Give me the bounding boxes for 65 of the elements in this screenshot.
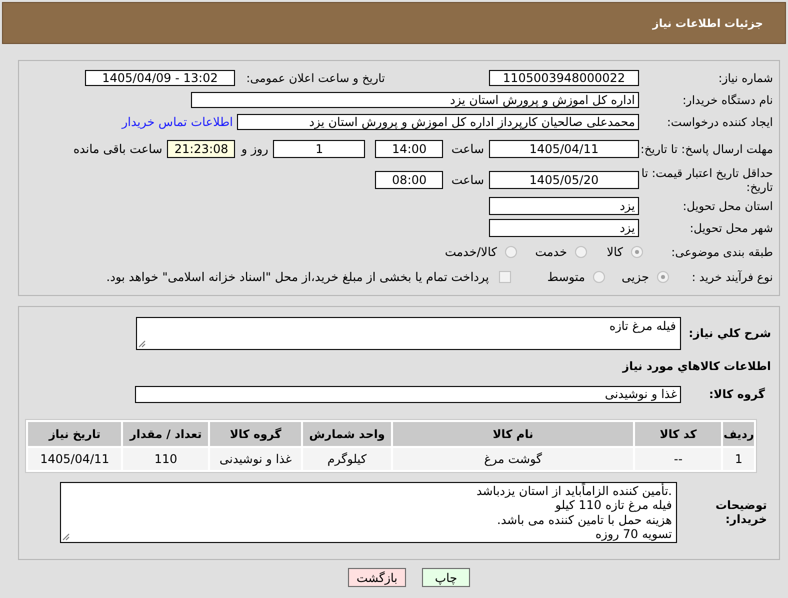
radio-button[interactable] [631, 246, 643, 258]
section-heading: اطلاعات كالاهاي مورد نياز [621, 359, 771, 373]
time-label: ساعت [451, 142, 484, 156]
checkbox[interactable] [499, 271, 511, 283]
goods-group-field: غذا و نوشیدنی [135, 386, 681, 402]
days-field: 1 [273, 140, 366, 158]
field-label: مهلت ارسال پاسخ: تا تاریخ: [639, 142, 773, 156]
table-cell: 1405/04/11 [28, 448, 122, 470]
field-label: حداقل تاریخ اعتبار قیمت: تا تاریخ: [640, 166, 773, 194]
field-label: استان محل تحویل: [682, 199, 773, 213]
resize-grip-icon [62, 532, 70, 540]
field-label: ایجاد کننده درخواست: [666, 115, 773, 129]
back-button[interactable]: بازگشت [348, 568, 406, 587]
radio-button[interactable] [593, 271, 605, 283]
field-label: شماره نیاز: [717, 71, 773, 85]
radio-button[interactable] [657, 271, 669, 283]
time-label: ساعت [451, 173, 484, 187]
page-title: جزئیات اطلاعات نیاز [652, 16, 763, 30]
column-header: تعداد / مقدار [123, 422, 208, 446]
field-label: توضیحات خریدار: [714, 498, 768, 526]
province-field: یزد [489, 197, 639, 215]
payment-label: پرداخت تمام یا بخشی از مبلغ خرید،از محل "اسناد خزانه اسلامی" خواهد بود. [106, 270, 489, 284]
field-label: گروه کالا: [708, 387, 766, 401]
notes-field: .تأمین کننده الزاماًباید از استان یزدباشد فیله مرغ تازه 110 کیلو هزینه حمل با تامین کننده می باشد. تسویه 70 روزه [60, 482, 677, 542]
column-header: تاریخ نیاز [28, 422, 122, 446]
option-label: کالا/خدمت [444, 245, 497, 259]
days-label: روز و [241, 142, 268, 156]
deadline-date-field: 1405/04/11 [489, 140, 639, 158]
contact-link[interactable]: اطلاعات تماس خریدار [122, 115, 233, 129]
deadline-time-field: 14:00 [375, 140, 444, 158]
radio-button[interactable] [575, 246, 587, 258]
remaining-time-field: 21:23:08 [167, 140, 236, 158]
option-label: جزیی [622, 270, 649, 284]
table-cell: 110 [123, 448, 208, 470]
requester-field: محمدعلی صالحیان کارپرداز اداره کل اموزش و پرورش استان یزد [237, 114, 639, 130]
table-cell: کیلوگرم [303, 448, 392, 470]
buyer-field: اداره کل اموزش و پرورش استان یزد [191, 92, 639, 108]
column-header: گروه کالا [210, 422, 302, 446]
description-field: فیله مرغ تازه [136, 316, 681, 350]
column-header: واحد شمارش [303, 422, 392, 446]
table-cell: گوشت مرغ [393, 448, 634, 470]
validity-date-field: 1405/05/20 [489, 171, 639, 189]
field-label: شهر محل تحویل: [688, 221, 773, 235]
city-field: یزد [489, 219, 639, 237]
column-header: کد کالا [635, 422, 722, 446]
print-button[interactable]: چاپ [422, 568, 470, 587]
field-label: نام دستگاه خریدار: [681, 93, 773, 107]
validity-time-field: 08:00 [375, 171, 444, 189]
announce-date-field: 1405/04/09 - 13:02 [85, 70, 235, 86]
table-cell: غذا و نوشیدنی [210, 448, 302, 470]
radio-button[interactable] [505, 246, 517, 258]
column-header: نام کالا [393, 422, 634, 446]
field-label: طبقه بندی موضوعی: [670, 245, 773, 259]
field-label: نوع فرآیند خرید : [690, 270, 773, 284]
field-label: شرح كلي نياز: [688, 326, 771, 340]
table-cell: -- [635, 448, 722, 470]
option-label: متوسط [547, 270, 585, 284]
column-header: ردیف [723, 422, 754, 446]
remaining-label: ساعت باقی مانده [73, 142, 162, 156]
table-cell: 1 [723, 448, 754, 470]
resize-grip-icon [138, 340, 146, 348]
field-label: تاریخ و ساعت اعلان عمومی: [245, 71, 386, 85]
need-number-field: 1105003948000022 [489, 70, 639, 86]
option-label: کالا [606, 245, 623, 259]
option-label: خدمت [535, 245, 567, 259]
